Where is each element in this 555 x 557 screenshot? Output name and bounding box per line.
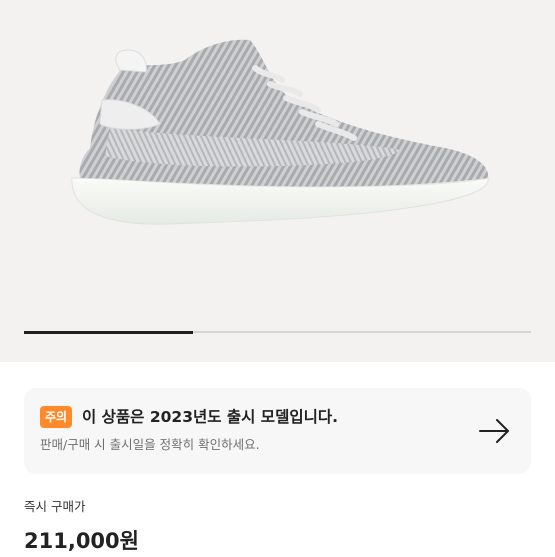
carousel-progress-indicator	[24, 330, 193, 334]
notice-subtitle: 판매/구매 시 출시일을 정확히 확인하세요.	[40, 437, 260, 452]
carousel-progress-track	[24, 330, 531, 334]
price-value: 211,000원	[24, 529, 139, 553]
release-notice-banner[interactable]: 주의 이 상품은 2023년도 출시 모델입니다. 판매/구매 시 출시일을 정…	[24, 388, 531, 474]
caution-badge: 주의	[40, 406, 73, 428]
sneaker-image	[71, 39, 489, 225]
notice-title: 이 상품은 2023년도 출시 모델입니다.	[82, 408, 338, 426]
price-label: 즉시 구매가	[24, 499, 86, 514]
product-image-carousel[interactable]	[0, 0, 555, 362]
arrow-right-icon[interactable]	[476, 412, 514, 450]
